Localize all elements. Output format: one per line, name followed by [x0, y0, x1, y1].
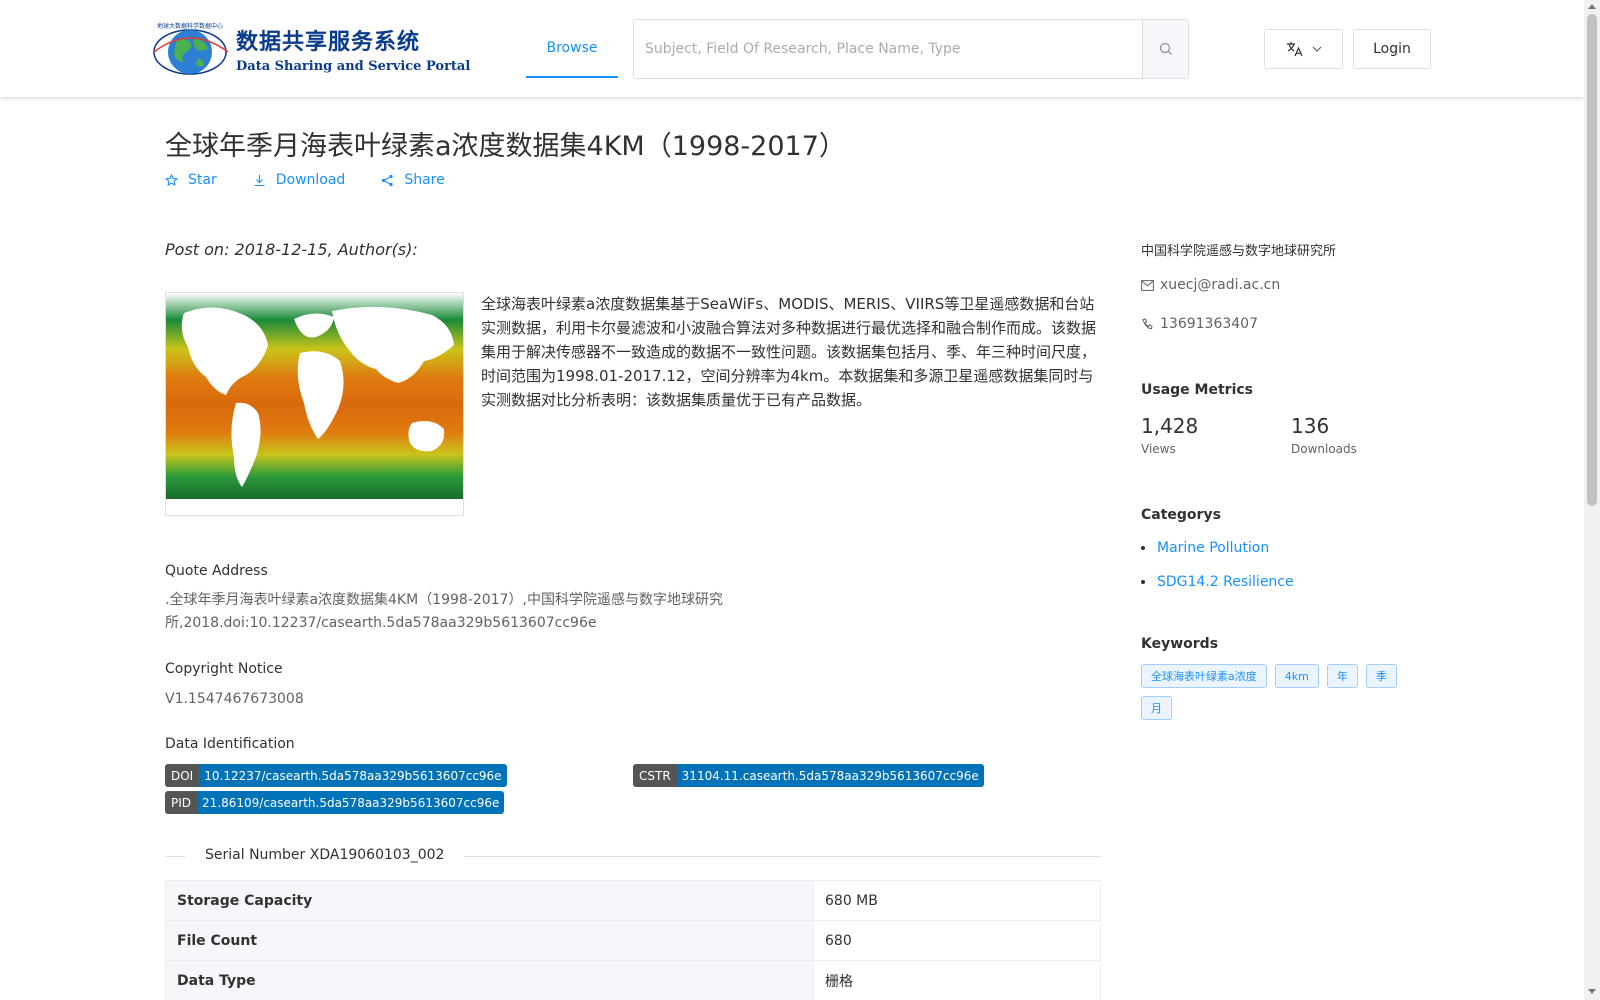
- keyword-tag[interactable]: 月: [1141, 696, 1172, 720]
- pid-key: PID: [165, 791, 198, 814]
- globe-logo-icon: 地球大数据科学数据中心: [152, 20, 230, 78]
- category-item[interactable]: SDG14.2 Resilience: [1141, 574, 1294, 590]
- phone-icon: [1142, 318, 1153, 329]
- quote-address-label: Quote Address: [165, 563, 268, 579]
- scroll-down-arrow-icon[interactable]: [1588, 989, 1596, 994]
- chevron-down-icon: [1312, 46, 1321, 52]
- download-button[interactable]: Download: [253, 172, 346, 188]
- keyword-tag[interactable]: 年: [1326, 664, 1358, 688]
- serial-number: Serial Number XDA19060103_002: [185, 847, 465, 863]
- quote-address-text: .全球年季月海表叶绿素a浓度数据集4KM（1998-2017）,中国科学院遥感与…: [165, 592, 723, 631]
- downloads-count: 136: [1291, 414, 1330, 438]
- keyword-tag[interactable]: 4km: [1274, 664, 1319, 688]
- logo-title-en: Data Sharing and Service Portal: [236, 59, 471, 74]
- logo-title-cn: 数据共享服务系统: [236, 29, 421, 55]
- mail-icon: [1141, 279, 1154, 291]
- contact-phone[interactable]: 13691363407: [1141, 316, 1258, 332]
- share-label: Share: [404, 172, 445, 188]
- search-input[interactable]: [634, 20, 1142, 78]
- download-icon: [254, 174, 265, 186]
- search-button[interactable]: [1142, 20, 1188, 78]
- share-icon: [382, 174, 393, 186]
- usage-metrics-title: Usage Metrics: [1141, 382, 1253, 398]
- categories-title: Categorys: [1141, 507, 1221, 523]
- keyword-tags: 全球海表叶绿素a浓度 4km 年 季 月: [1141, 664, 1431, 720]
- doi-badge[interactable]: DOI 10.12237/casearth.5da578aa329b561360…: [165, 764, 507, 787]
- portal-logo[interactable]: 地球大数据科学数据中心 数据共享服务系统 Data Sharing and Se…: [152, 20, 470, 78]
- dataset-description: 全球海表叶绿素a浓度数据集基于SeaWiFs、MODIS、MERIS、VIIRS…: [481, 295, 1097, 409]
- views-count: 1,428: [1141, 414, 1199, 438]
- table-cell-value: 680 MB: [813, 880, 1101, 921]
- search-box: [633, 19, 1189, 79]
- keyword-tag[interactable]: 全球海表叶绿素a浓度: [1141, 664, 1267, 688]
- copyright-label: Copyright Notice: [165, 661, 283, 677]
- table-row: Storage Capacity 680 MB: [165, 880, 1101, 921]
- contact-email[interactable]: xuecj@radi.ac.cn: [1141, 277, 1280, 293]
- keywords-title: Keywords: [1141, 636, 1219, 652]
- page-title: 全球年季月海表叶绿素a浓度数据集4KM（1998-2017）: [165, 131, 846, 162]
- star-label: Star: [188, 172, 217, 188]
- bullet-icon: [1141, 580, 1145, 584]
- data-identification-label: Data Identification: [165, 736, 295, 752]
- cstr-key: CSTR: [633, 764, 677, 787]
- phone-text: 13691363407: [1160, 316, 1258, 332]
- copyright-text: V1.1547467673008: [165, 691, 304, 707]
- organization-name: 中国科学院遥感与数字地球研究所: [1141, 244, 1337, 259]
- dataset-actions: Star Download Share: [165, 172, 445, 188]
- pid-badge[interactable]: PID 21.86109/casearth.5da578aa329b561360…: [165, 791, 505, 814]
- keyword-tag[interactable]: 季: [1365, 664, 1397, 688]
- svg-text:地球大数据科学数据中心: 地球大数据科学数据中心: [157, 22, 223, 30]
- scroll-up-arrow-icon[interactable]: [1588, 4, 1596, 9]
- table-cell-value: 680: [813, 920, 1101, 961]
- pid-value: 21.86109/casearth.5da578aa329b5613607cc9…: [197, 791, 505, 814]
- table-row: Data Type 栅格: [165, 960, 1101, 1000]
- search-icon: [1159, 42, 1172, 55]
- language-switch-button[interactable]: [1264, 29, 1343, 69]
- scroll-thumb[interactable]: [1587, 14, 1597, 506]
- cstr-value: 31104.11.casearth.5da578aa329b5613607cc9…: [676, 764, 984, 787]
- table-cell-value: 栅格: [813, 960, 1101, 1000]
- page-scrollbar[interactable]: [1584, 0, 1600, 1000]
- share-button[interactable]: Share: [381, 172, 445, 188]
- table-cell-label: File Count: [165, 920, 814, 961]
- cstr-badge[interactable]: CSTR 31104.11.casearth.5da578aa329b56136…: [633, 764, 984, 787]
- translate-icon: [1286, 42, 1303, 57]
- category-label: Marine Pollution: [1157, 540, 1270, 556]
- table-row: File Count 680: [165, 920, 1101, 961]
- star-button[interactable]: Star: [165, 172, 217, 188]
- post-info: Post on: 2018-12-15, Author(s):: [165, 240, 418, 259]
- category-label: SDG14.2 Resilience: [1157, 574, 1294, 590]
- bullet-icon: [1141, 546, 1145, 550]
- table-cell-label: Data Type: [165, 960, 814, 1000]
- category-item[interactable]: Marine Pollution: [1141, 540, 1269, 556]
- views-label: Views: [1141, 442, 1176, 456]
- doi-value: 10.12237/casearth.5da578aa329b5613607cc9…: [199, 764, 507, 787]
- top-header: 地球大数据科学数据中心 数据共享服务系统 Data Sharing and Se…: [0, 0, 1584, 98]
- star-icon: [165, 173, 178, 186]
- email-text: xuecj@radi.ac.cn: [1160, 277, 1281, 293]
- download-label: Download: [275, 172, 346, 188]
- downloads-label: Downloads: [1291, 442, 1357, 456]
- dataset-thumbnail[interactable]: [165, 292, 464, 516]
- dataset-meta-table: Storage Capacity 680 MB File Count 680 D…: [165, 880, 1101, 1000]
- table-cell-label: Storage Capacity: [165, 880, 814, 921]
- chlorophyll-map-image: [166, 293, 463, 515]
- doi-key: DOI: [165, 764, 200, 787]
- login-button[interactable]: Login: [1353, 29, 1431, 69]
- nav-browse[interactable]: Browse: [526, 20, 618, 78]
